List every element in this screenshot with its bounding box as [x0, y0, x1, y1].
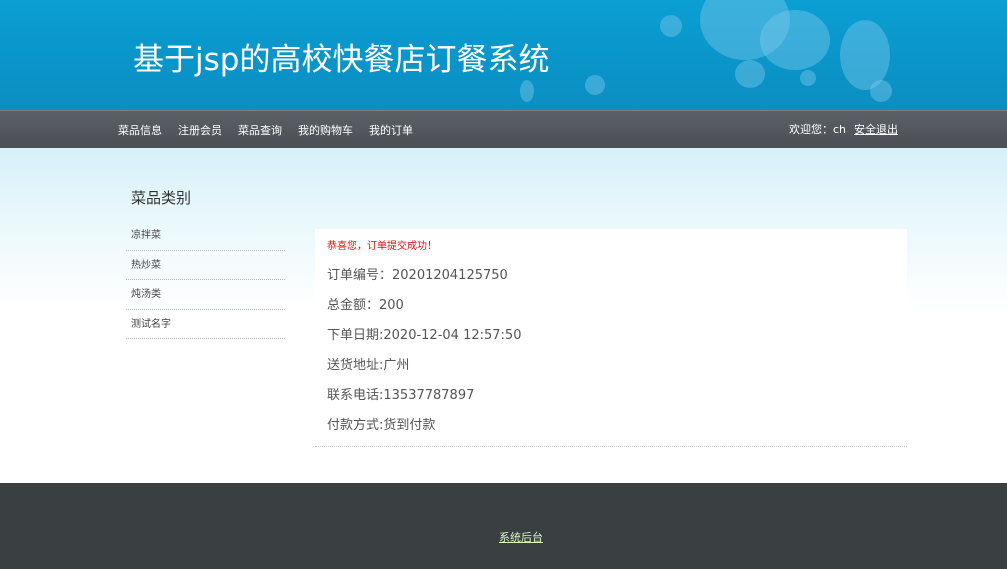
total-label: 总金额：	[327, 298, 380, 313]
phone-row: 联系电话:13537787897	[327, 384, 474, 403]
order-date-row: 下单日期:2020-12-04 12:57:50	[327, 324, 521, 343]
main-nav: 菜品信息 注册会员 菜品查询 我的购物车 我的订单 欢迎您：ch 安全退出	[0, 110, 1007, 148]
category-item-stir-fry[interactable]: 热炒菜	[126, 251, 285, 280]
order-date-value: 2020-12-04 12:57:50	[383, 328, 522, 343]
category-item-test[interactable]: 测试名字	[126, 310, 285, 339]
order-number-label: 订单编号：	[327, 268, 393, 283]
category-list: 凉拌菜 热炒菜 炖汤类 测试名字	[126, 221, 285, 339]
order-number-value: 20201204125750	[392, 268, 508, 283]
nav-item-cart[interactable]: 我的购物车	[298, 122, 353, 138]
success-message: 恭喜您，订单提交成功！	[327, 241, 437, 252]
category-item-soup[interactable]: 炖汤类	[126, 280, 285, 310]
nav-item-register[interactable]: 注册会员	[178, 122, 222, 138]
total-value: 200	[379, 298, 404, 313]
payment-value: 货到付款	[383, 418, 436, 433]
address-label: 送货地址:	[327, 358, 384, 373]
site-title: 基于jsp的高校快餐店订餐系统	[133, 42, 550, 78]
category-item-cold-dishes[interactable]: 凉拌菜	[126, 221, 285, 251]
site-header: 基于jsp的高校快餐店订餐系统	[0, 0, 1007, 110]
phone-label: 联系电话:	[327, 388, 384, 403]
admin-link[interactable]: 系统后台	[499, 529, 543, 545]
payment-label: 付款方式:	[327, 418, 384, 433]
header-decoration	[760, 10, 830, 70]
payment-row: 付款方式:货到付款	[327, 414, 435, 433]
category-title: 菜品类别	[131, 189, 192, 207]
nav-item-dishes[interactable]: 菜品信息	[118, 122, 162, 138]
site-footer	[0, 483, 1007, 569]
logout-link[interactable]: 安全退出	[854, 121, 898, 137]
address-value: 广州	[383, 358, 410, 373]
order-date-label: 下单日期:	[327, 328, 384, 343]
header-decoration	[520, 80, 534, 102]
header-decoration	[660, 15, 682, 37]
header-decoration	[735, 60, 765, 88]
header-decoration	[870, 80, 892, 102]
nav-item-orders[interactable]: 我的订单	[369, 122, 413, 138]
order-number-row: 订单编号：20201204125750	[327, 264, 508, 283]
header-decoration	[585, 75, 605, 95]
nav-item-search[interactable]: 菜品查询	[238, 122, 282, 138]
address-row: 送货地址:广州	[327, 354, 409, 373]
header-decoration	[800, 70, 816, 86]
total-row: 总金额：200	[327, 294, 404, 313]
phone-value: 13537787897	[383, 388, 475, 403]
welcome-text: 欢迎您：ch	[789, 123, 847, 136]
